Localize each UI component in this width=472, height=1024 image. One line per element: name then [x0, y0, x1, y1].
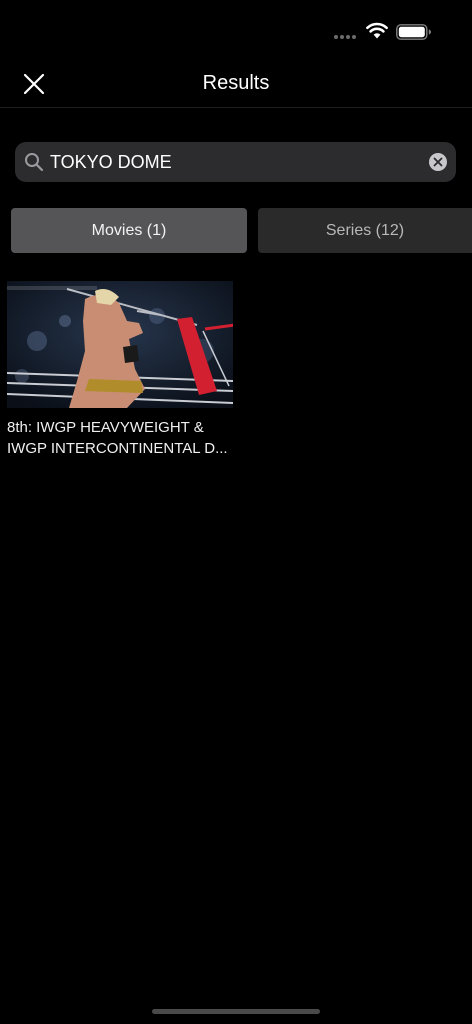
result-title-line-2: IWGP INTERCONTINENTAL D...	[7, 440, 228, 457]
result-title-line-1: 8th: IWGP HEAVYWEIGHT &	[7, 419, 204, 436]
battery-icon	[396, 24, 431, 40]
tab-series[interactable]: Series (12)	[258, 208, 472, 253]
home-indicator	[152, 1009, 320, 1014]
search-bar[interactable]	[15, 142, 456, 182]
cellular-signal-icon	[334, 35, 356, 39]
search-icon	[25, 153, 44, 172]
status-bar	[0, 0, 472, 60]
search-input[interactable]	[50, 142, 420, 182]
wrestling-ring-image	[7, 281, 233, 408]
result-title: 8th: IWGP HEAVYWEIGHT & IWGP INTERCONTIN…	[7, 417, 233, 459]
clear-icon	[433, 157, 443, 167]
page-title: Results	[202, 72, 270, 94]
result-card[interactable]: 8th: IWGP HEAVYWEIGHT & IWGP INTERCONTIN…	[7, 281, 233, 459]
header: Results	[0, 60, 472, 108]
tab-movies[interactable]: Movies (1)	[11, 208, 247, 253]
video-thumbnail[interactable]	[7, 281, 233, 408]
wifi-icon	[366, 22, 388, 39]
clear-search-button[interactable]	[429, 153, 447, 171]
